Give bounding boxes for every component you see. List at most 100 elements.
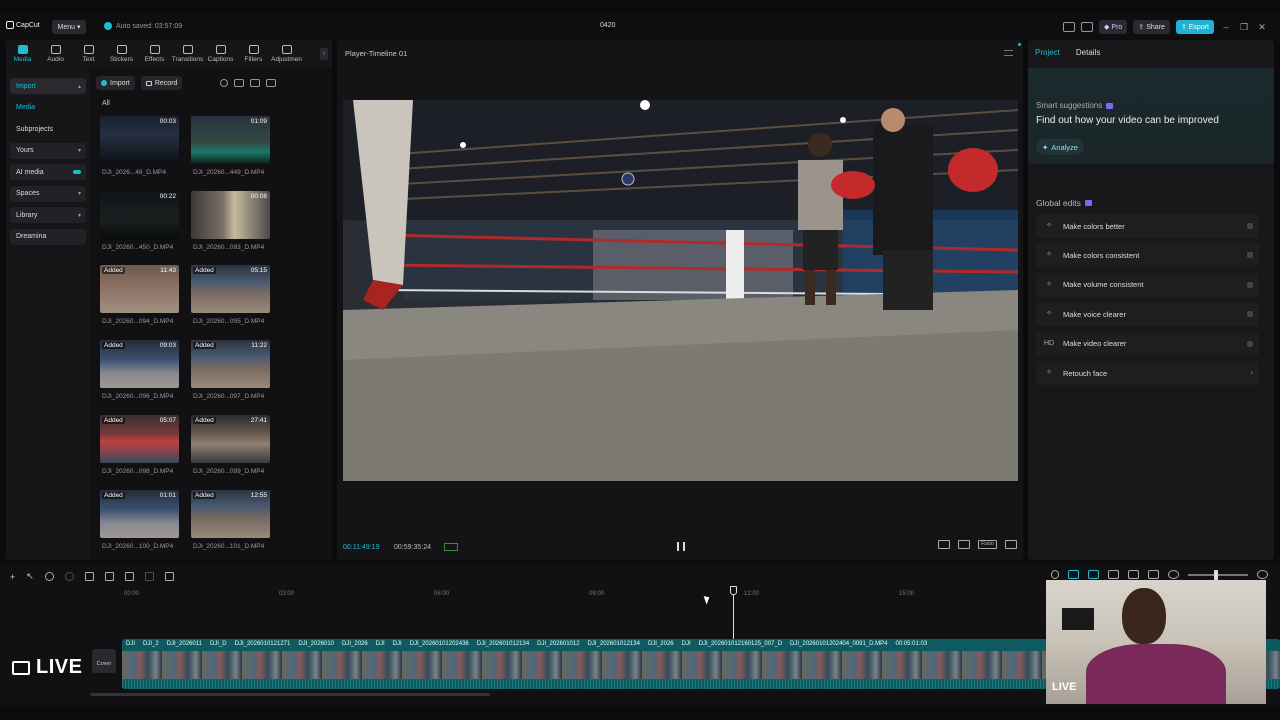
delete-icon[interactable] (144, 572, 154, 581)
microphone-icon[interactable] (1051, 570, 1059, 579)
media-thumbnail[interactable]: 00:03 (100, 116, 179, 164)
zoom-in-icon[interactable] (1257, 570, 1268, 579)
tool-transitions[interactable]: Transitions (171, 40, 204, 68)
cover-button[interactable]: Cover (92, 649, 116, 673)
media-thumbnail[interactable]: Added 27:41 (191, 414, 270, 463)
media-thumbnail[interactable]: Added 05:15 (191, 265, 270, 314)
pause-icon[interactable] (677, 542, 685, 551)
added-badge: Added (193, 267, 216, 275)
fullscreen-icon[interactable] (1005, 540, 1017, 549)
tool-audio[interactable]: Audio (39, 40, 72, 68)
clip-label: DJI_2 (143, 641, 159, 647)
fit-icon[interactable] (1148, 570, 1159, 579)
shield-icon[interactable] (164, 572, 174, 581)
trim-right-icon[interactable] (124, 572, 134, 581)
toggle-icon[interactable] (1247, 340, 1253, 347)
global-edit-item[interactable]: ✧ Make volume consistent (1036, 272, 1259, 297)
media-thumbnail[interactable]: 01:09 (191, 116, 270, 164)
media-nav: Import ▴ Media Subprojects Yours ▾ AI medi… (10, 78, 86, 250)
clip-label: DJI (126, 641, 135, 647)
nav-subprojects[interactable]: Subprojects (10, 121, 86, 137)
nav-library[interactable]: Library ▾ (10, 207, 86, 223)
redo-icon[interactable] (64, 572, 74, 581)
focus-icon[interactable] (958, 540, 971, 549)
ruler-tick: 12:00 (744, 591, 760, 597)
pro-button[interactable]: ◆ Pro (1099, 20, 1128, 34)
menu-icon[interactable] (1004, 50, 1013, 56)
tool-filters[interactable]: Filters (237, 40, 270, 68)
pointer-icon[interactable]: ↖ (26, 571, 34, 582)
import-button[interactable]: Import (96, 76, 135, 90)
preview-axis-icon[interactable] (1128, 570, 1139, 579)
minimize-icon[interactable]: – (1220, 22, 1232, 32)
nav-spaces[interactable]: Spaces ▾ (10, 185, 86, 202)
magnet-icon[interactable] (1088, 570, 1099, 579)
zoom-slider[interactable] (1188, 569, 1248, 580)
share-button[interactable]: ⇪ Share (1133, 20, 1170, 34)
undo-icon[interactable] (44, 572, 54, 581)
global-edit-item[interactable]: ✧ Retouch face › (1036, 361, 1259, 385)
record-button[interactable]: Record (140, 76, 183, 90)
tool-captions[interactable]: Captions (204, 40, 237, 68)
clip-label: DJI_202601012 (537, 641, 580, 647)
timeline-scrollbar[interactable] (90, 693, 490, 696)
video-preview[interactable] (343, 100, 1018, 481)
media-thumbnail[interactable]: Added 09:03 (100, 340, 179, 389)
nav-dreamina[interactable]: Dreamina (10, 228, 86, 245)
restore-icon[interactable]: ❐ (1238, 22, 1250, 33)
tab-details[interactable]: Details (1076, 48, 1100, 57)
add-icon[interactable]: + (10, 572, 15, 582)
tool-media[interactable]: Media (6, 40, 39, 68)
nav-import[interactable]: Import ▴ (10, 78, 86, 94)
filter-all[interactable]: All (102, 100, 110, 107)
shortcuts-icon[interactable] (1081, 22, 1094, 32)
media-thumbnail[interactable]: Added 01:01 (100, 489, 179, 538)
search-icon[interactable] (220, 79, 229, 87)
menu-button[interactable]: Menu ▾ (52, 20, 86, 34)
trim-left-icon[interactable] (104, 572, 114, 581)
toggle-icon[interactable] (1247, 223, 1253, 229)
media-thumbnail[interactable]: 00:22 (100, 190, 179, 239)
link-icon[interactable] (1068, 570, 1079, 579)
chevron-right-icon[interactable]: › (320, 48, 328, 60)
export-button[interactable]: ⇧ Export (1175, 20, 1214, 34)
toggle-icon[interactable] (1247, 252, 1253, 259)
duration-label: 11:22 (251, 342, 267, 350)
zoom-out-icon[interactable] (1168, 570, 1179, 579)
nav-media[interactable]: Media (10, 100, 86, 116)
global-edit-item[interactable]: ✧ Make colors consistent (1036, 243, 1259, 268)
close-icon[interactable]: ✕ (1256, 22, 1268, 33)
sort-icon[interactable] (250, 79, 261, 87)
media-thumbnail[interactable]: Added 12:55 (191, 489, 270, 538)
nav-yours[interactable]: Yours ▾ (10, 142, 86, 159)
split-icon[interactable] (84, 572, 94, 581)
title-bar: CapCut Menu ▾ Auto saved: 03:57:09 0420 ◆… (0, 14, 1280, 40)
ratio-button[interactable]: Ratio (978, 540, 997, 549)
playhead-handle[interactable] (730, 586, 737, 595)
media-thumbnail[interactable]: 00:08 (191, 190, 270, 239)
link-clips-icon[interactable] (1108, 570, 1119, 579)
filter-icon[interactable] (266, 79, 277, 87)
tool-stickers[interactable]: Stickers (105, 40, 138, 68)
tool-effects[interactable]: Effects (138, 40, 171, 68)
chevron-down-icon: ▾ (77, 191, 81, 197)
toggle-icon[interactable] (1247, 281, 1253, 288)
grid-view-icon[interactable] (234, 79, 245, 87)
tab-project[interactable]: Project (1035, 48, 1060, 57)
zoom-slider-knob[interactable] (1214, 569, 1218, 580)
layout-icon[interactable] (1063, 22, 1076, 32)
toggle-icon[interactable] (1247, 311, 1253, 318)
chevron-down-icon: ▾ (77, 212, 81, 219)
quality-icon[interactable] (938, 540, 951, 549)
analyze-button[interactable]: ✦ Analyze (1036, 139, 1084, 155)
tool-adjustmen[interactable]: Adjustmen (270, 40, 303, 68)
media-thumbnail[interactable]: Added 11:43 (100, 265, 179, 314)
global-edit-item[interactable]: ✧ Make colors better (1036, 214, 1259, 238)
media-thumbnail[interactable]: Added 11:22 (191, 340, 270, 389)
tool-text[interactable]: Text (72, 40, 105, 68)
global-edit-item[interactable]: HD Make video clearer (1036, 331, 1259, 356)
share-label: Share (1146, 23, 1165, 31)
global-edit-item[interactable]: ✧ Make voice clearer (1036, 302, 1259, 327)
nav-ai-media[interactable]: AI media (10, 164, 86, 180)
media-thumbnail[interactable]: Added 05:07 (100, 414, 179, 463)
